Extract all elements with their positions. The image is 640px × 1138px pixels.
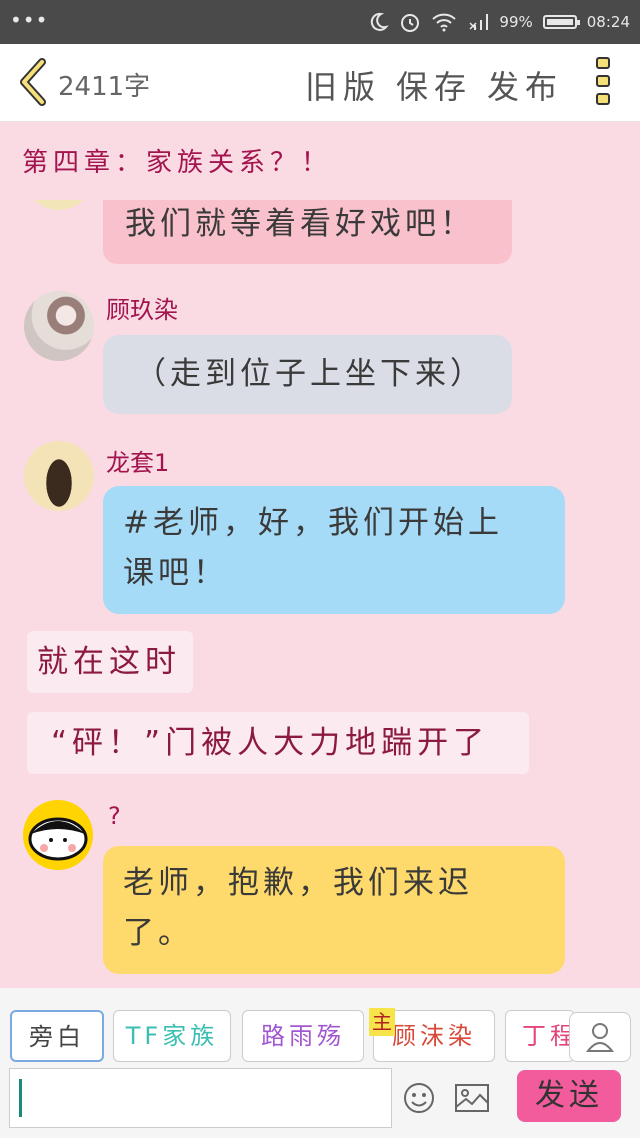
battery-icon: [542, 15, 580, 29]
notification-dots-icon: •••: [10, 8, 49, 32]
text-caret: [19, 1079, 22, 1117]
narration-block: “砰！”门被人大力地踹开了: [27, 712, 529, 774]
back-icon[interactable]: [16, 58, 50, 106]
avatar: [24, 441, 94, 511]
role-tab[interactable]: 丁程: [505, 1010, 575, 1062]
role-label: 旁白: [29, 1023, 85, 1051]
user-icon: [585, 1023, 615, 1052]
role-label: TF家族: [125, 1022, 219, 1050]
character-name: 顾玖染: [106, 296, 178, 324]
role-tab[interactable]: TF家族: [113, 1010, 231, 1062]
word-count: 2411字: [58, 72, 151, 102]
more-icon[interactable]: [592, 57, 616, 109]
send-button[interactable]: 发送: [517, 1070, 621, 1122]
character-name: 龙套1: [106, 449, 170, 477]
face-icon: [28, 817, 88, 861]
message-bubble: #老师，好，我们开始上课吧！: [103, 486, 565, 614]
main-role-tag: 主: [369, 1008, 395, 1036]
role-tab[interactable]: 旁白: [10, 1010, 104, 1062]
message-input[interactable]: [9, 1068, 392, 1128]
clock-time: 08:24: [586, 13, 630, 31]
emoji-icon[interactable]: [402, 1081, 436, 1115]
battery-level: 99%: [499, 13, 533, 31]
status-bar: ••• 99% 08:24: [0, 0, 640, 44]
avatar: [23, 800, 93, 870]
chapter-title: 第四章：家族关系？！: [22, 148, 333, 178]
role-tab[interactable]: 路雨殇: [242, 1010, 364, 1062]
image-icon[interactable]: [454, 1083, 490, 1113]
avatar: [24, 200, 94, 210]
moon-icon: [371, 12, 390, 31]
character-name: ?: [108, 802, 121, 830]
publish-button[interactable]: 发布: [487, 62, 563, 108]
narration-block: 就在这时: [27, 631, 193, 693]
user-button[interactable]: [569, 1012, 631, 1062]
signal-icon: [469, 14, 489, 30]
message-bubble: （走到位子上坐下来）: [103, 335, 512, 414]
chat-area[interactable]: 我们就等着看好戏吧！ 顾玖染 （走到位子上坐下来） 龙套1 #老师，好，我们开始…: [0, 200, 640, 988]
message-bubble: 我们就等着看好戏吧！: [103, 200, 512, 264]
message-bubble: 老师，抱歉，我们来迟了。: [103, 846, 565, 974]
compose-panel: 旁白 TF家族 路雨殇 顾沫染 主 丁程 发送: [0, 988, 640, 1138]
role-label: 丁程: [522, 1022, 575, 1050]
role-label: 路雨殇: [261, 1022, 345, 1050]
alarm-icon: [401, 14, 420, 32]
top-bar: 2411字 旧版 保存 发布: [0, 44, 640, 122]
avatar: [24, 291, 94, 361]
wifi-icon: [432, 13, 457, 32]
save-button[interactable]: 保存: [396, 62, 472, 108]
old-version-button[interactable]: 旧版: [305, 62, 381, 108]
role-label: 顾沫染: [392, 1022, 476, 1050]
